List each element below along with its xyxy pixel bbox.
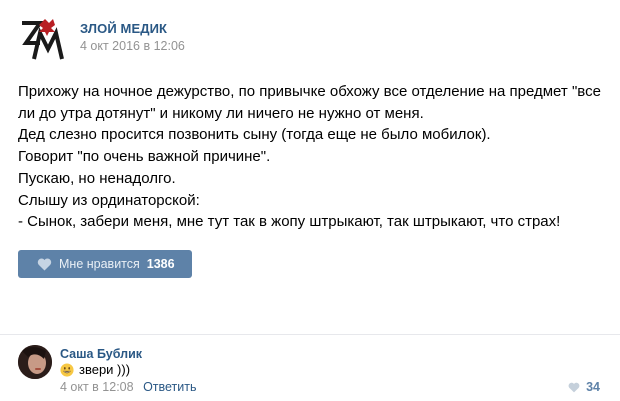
like-button[interactable]: Мне нравится 1386 bbox=[18, 250, 192, 278]
divider bbox=[0, 334, 620, 335]
post-header: ЗЛОЙ МЕДИК 4 окт 2016 в 12:06 bbox=[18, 13, 598, 63]
comment-date[interactable]: 4 окт в 12:08 bbox=[60, 380, 134, 394]
comment: Саша Бублик звери ))) 4 окт в 12:08 Отве… bbox=[18, 345, 602, 397]
post-text-line: Пускаю, но ненадолго. bbox=[18, 169, 176, 187]
comment-like-button[interactable]: 34 bbox=[568, 380, 600, 394]
comment-meta: 4 окт в 12:08 Ответить bbox=[60, 380, 197, 394]
comment-text: звери ))) bbox=[79, 362, 131, 377]
post-text-line: Дед слезно просится позвонить сыну (тогд… bbox=[18, 126, 491, 144]
reply-link[interactable]: Ответить bbox=[143, 380, 196, 394]
post-text: Прихожу на ночное дежурство, по привычке… bbox=[18, 81, 604, 233]
grinning-face-emoji-icon bbox=[60, 362, 74, 377]
comment-author-link[interactable]: Саша Бублик bbox=[60, 347, 142, 361]
heart-icon bbox=[568, 382, 580, 392]
zm-logo-icon[interactable] bbox=[18, 15, 68, 61]
like-count: 1386 bbox=[146, 257, 175, 271]
like-label: Мне нравится bbox=[59, 257, 140, 271]
avatar-image bbox=[18, 345, 52, 379]
comment-like-count: 34 bbox=[586, 380, 600, 394]
group-name-link[interactable]: ЗЛОЙ МЕДИК bbox=[80, 21, 167, 36]
post-text-line: Говорит "по очень важной причине". bbox=[18, 148, 271, 166]
avatar[interactable] bbox=[18, 345, 52, 379]
heart-icon bbox=[37, 258, 52, 271]
post-text-line: - Сынок, забери меня, мне тут так в жопу… bbox=[18, 213, 561, 231]
post-text-line: ли до утра дотянут" и никому ли ничего н… bbox=[18, 104, 424, 122]
comment-body: звери ))) bbox=[60, 362, 130, 377]
post-date[interactable]: 4 окт 2016 в 12:06 bbox=[80, 39, 185, 53]
post-text-line: Слышу из ординаторской: bbox=[18, 191, 200, 209]
post-text-line: Прихожу на ночное дежурство, по привычке… bbox=[18, 83, 601, 100]
